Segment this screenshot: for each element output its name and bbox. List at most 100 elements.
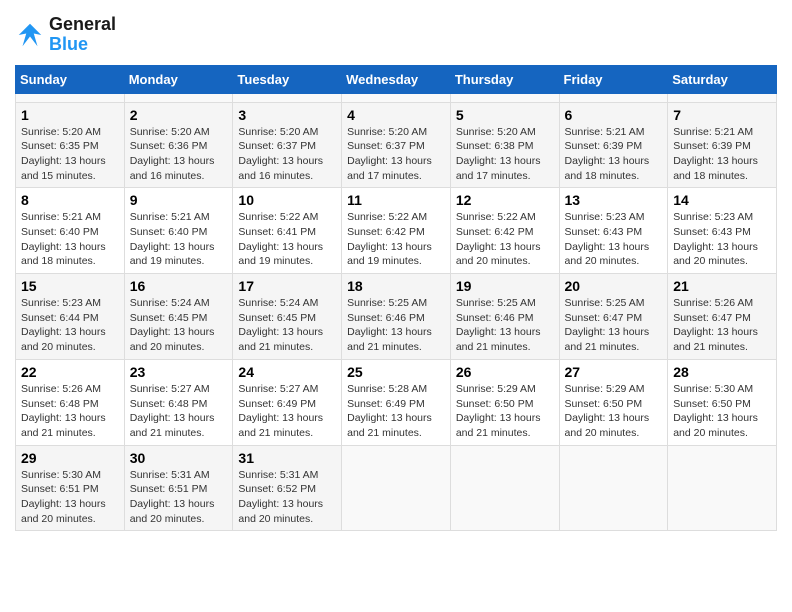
calendar-table: SundayMondayTuesdayWednesdayThursdayFrid…: [15, 65, 777, 532]
day-info: Sunrise: 5:22 AM Sunset: 6:42 PM Dayligh…: [456, 210, 554, 269]
day-info: Sunrise: 5:26 AM Sunset: 6:47 PM Dayligh…: [673, 296, 771, 355]
calendar-cell: 29 Sunrise: 5:30 AM Sunset: 6:51 PM Dayli…: [16, 445, 125, 531]
day-number: 24: [238, 364, 336, 380]
header-day-saturday: Saturday: [668, 65, 777, 93]
calendar-body: 1 Sunrise: 5:20 AM Sunset: 6:35 PM Daylig…: [16, 93, 777, 531]
day-number: 20: [565, 278, 663, 294]
calendar-week-1: [16, 93, 777, 102]
calendar-cell: 9 Sunrise: 5:21 AM Sunset: 6:40 PM Daylig…: [124, 188, 233, 274]
header-day-friday: Friday: [559, 65, 668, 93]
day-number: 1: [21, 107, 119, 123]
day-number: 4: [347, 107, 445, 123]
day-info: Sunrise: 5:30 AM Sunset: 6:51 PM Dayligh…: [21, 468, 119, 527]
calendar-cell: 3 Sunrise: 5:20 AM Sunset: 6:37 PM Daylig…: [233, 102, 342, 188]
day-info: Sunrise: 5:20 AM Sunset: 6:37 PM Dayligh…: [347, 125, 445, 184]
calendar-cell: 14Sunrise: 5:23 AM Sunset: 6:43 PM Dayli…: [668, 188, 777, 274]
header-day-tuesday: Tuesday: [233, 65, 342, 93]
calendar-cell: 16 Sunrise: 5:24 AM Sunset: 6:45 PM Dayli…: [124, 274, 233, 360]
calendar-cell: [342, 93, 451, 102]
day-info: Sunrise: 5:27 AM Sunset: 6:49 PM Dayligh…: [238, 382, 336, 441]
day-number: 18: [347, 278, 445, 294]
calendar-cell: 10 Sunrise: 5:22 AM Sunset: 6:41 PM Dayli…: [233, 188, 342, 274]
day-info: Sunrise: 5:25 AM Sunset: 6:46 PM Dayligh…: [456, 296, 554, 355]
day-info: Sunrise: 5:30 AM Sunset: 6:50 PM Dayligh…: [673, 382, 771, 441]
day-number: 29: [21, 450, 119, 466]
day-info: Sunrise: 5:21 AM Sunset: 6:40 PM Dayligh…: [130, 210, 228, 269]
day-number: 11: [347, 192, 445, 208]
day-number: 3: [238, 107, 336, 123]
day-number: 30: [130, 450, 228, 466]
day-info: Sunrise: 5:20 AM Sunset: 6:38 PM Dayligh…: [456, 125, 554, 184]
day-info: Sunrise: 5:21 AM Sunset: 6:39 PM Dayligh…: [673, 125, 771, 184]
day-number: 10: [238, 192, 336, 208]
calendar-cell: 11Sunrise: 5:22 AM Sunset: 6:42 PM Dayli…: [342, 188, 451, 274]
day-info: Sunrise: 5:24 AM Sunset: 6:45 PM Dayligh…: [130, 296, 228, 355]
day-info: Sunrise: 5:20 AM Sunset: 6:36 PM Dayligh…: [130, 125, 228, 184]
calendar-week-5: 22 Sunrise: 5:26 AM Sunset: 6:48 PM Dayli…: [16, 359, 777, 445]
calendar-cell: 25 Sunrise: 5:28 AM Sunset: 6:49 PM Dayli…: [342, 359, 451, 445]
day-info: Sunrise: 5:21 AM Sunset: 6:40 PM Dayligh…: [21, 210, 119, 269]
calendar-cell: 5Sunrise: 5:20 AM Sunset: 6:38 PM Daylig…: [450, 102, 559, 188]
day-info: Sunrise: 5:25 AM Sunset: 6:47 PM Dayligh…: [565, 296, 663, 355]
calendar-cell: 17Sunrise: 5:24 AM Sunset: 6:45 PM Dayli…: [233, 274, 342, 360]
calendar-cell: 4 Sunrise: 5:20 AM Sunset: 6:37 PM Daylig…: [342, 102, 451, 188]
calendar-cell: 27Sunrise: 5:29 AM Sunset: 6:50 PM Dayli…: [559, 359, 668, 445]
header-day-sunday: Sunday: [16, 65, 125, 93]
calendar-header-row: SundayMondayTuesdayWednesdayThursdayFrid…: [16, 65, 777, 93]
day-number: 17: [238, 278, 336, 294]
day-info: Sunrise: 5:29 AM Sunset: 6:50 PM Dayligh…: [565, 382, 663, 441]
calendar-cell: 8 Sunrise: 5:21 AM Sunset: 6:40 PM Daylig…: [16, 188, 125, 274]
page-header: General Blue: [15, 15, 777, 55]
day-info: Sunrise: 5:29 AM Sunset: 6:50 PM Dayligh…: [456, 382, 554, 441]
calendar-cell: [450, 93, 559, 102]
day-info: Sunrise: 5:20 AM Sunset: 6:37 PM Dayligh…: [238, 125, 336, 184]
day-number: 2: [130, 107, 228, 123]
day-info: Sunrise: 5:28 AM Sunset: 6:49 PM Dayligh…: [347, 382, 445, 441]
calendar-cell: [16, 93, 125, 102]
day-number: 31: [238, 450, 336, 466]
day-number: 15: [21, 278, 119, 294]
day-number: 22: [21, 364, 119, 380]
day-number: 13: [565, 192, 663, 208]
header-day-monday: Monday: [124, 65, 233, 93]
calendar-cell: [233, 93, 342, 102]
calendar-cell: 28 Sunrise: 5:30 AM Sunset: 6:50 PM Dayli…: [668, 359, 777, 445]
logo-icon: [15, 20, 45, 50]
day-info: Sunrise: 5:26 AM Sunset: 6:48 PM Dayligh…: [21, 382, 119, 441]
calendar-cell: 6 Sunrise: 5:21 AM Sunset: 6:39 PM Daylig…: [559, 102, 668, 188]
calendar-cell: 7Sunrise: 5:21 AM Sunset: 6:39 PM Daylig…: [668, 102, 777, 188]
calendar-cell: 23 Sunrise: 5:27 AM Sunset: 6:48 PM Dayli…: [124, 359, 233, 445]
calendar-cell: 30 Sunrise: 5:31 AM Sunset: 6:51 PM Dayli…: [124, 445, 233, 531]
day-number: 16: [130, 278, 228, 294]
calendar-cell: 22 Sunrise: 5:26 AM Sunset: 6:48 PM Dayli…: [16, 359, 125, 445]
calendar-cell: [450, 445, 559, 531]
day-info: Sunrise: 5:31 AM Sunset: 6:51 PM Dayligh…: [130, 468, 228, 527]
day-info: Sunrise: 5:20 AM Sunset: 6:35 PM Dayligh…: [21, 125, 119, 184]
day-info: Sunrise: 5:22 AM Sunset: 6:41 PM Dayligh…: [238, 210, 336, 269]
day-info: Sunrise: 5:21 AM Sunset: 6:39 PM Dayligh…: [565, 125, 663, 184]
calendar-cell: 12 Sunrise: 5:22 AM Sunset: 6:42 PM Dayli…: [450, 188, 559, 274]
calendar-cell: [124, 93, 233, 102]
calendar-week-6: 29 Sunrise: 5:30 AM Sunset: 6:51 PM Dayli…: [16, 445, 777, 531]
calendar-cell: 19 Sunrise: 5:25 AM Sunset: 6:46 PM Dayli…: [450, 274, 559, 360]
day-number: 19: [456, 278, 554, 294]
calendar-cell: [342, 445, 451, 531]
day-number: 6: [565, 107, 663, 123]
day-number: 9: [130, 192, 228, 208]
day-number: 12: [456, 192, 554, 208]
header-day-thursday: Thursday: [450, 65, 559, 93]
day-info: Sunrise: 5:23 AM Sunset: 6:43 PM Dayligh…: [673, 210, 771, 269]
calendar-cell: 20 Sunrise: 5:25 AM Sunset: 6:47 PM Dayli…: [559, 274, 668, 360]
day-number: 25: [347, 364, 445, 380]
calendar-week-3: 8 Sunrise: 5:21 AM Sunset: 6:40 PM Daylig…: [16, 188, 777, 274]
logo-text: General Blue: [49, 15, 116, 55]
day-number: 28: [673, 364, 771, 380]
day-number: 23: [130, 364, 228, 380]
calendar-cell: [559, 93, 668, 102]
day-info: Sunrise: 5:23 AM Sunset: 6:44 PM Dayligh…: [21, 296, 119, 355]
day-number: 8: [21, 192, 119, 208]
day-info: Sunrise: 5:27 AM Sunset: 6:48 PM Dayligh…: [130, 382, 228, 441]
calendar-cell: 2 Sunrise: 5:20 AM Sunset: 6:36 PM Daylig…: [124, 102, 233, 188]
calendar-cell: [668, 445, 777, 531]
calendar-cell: 13Sunrise: 5:23 AM Sunset: 6:43 PM Dayli…: [559, 188, 668, 274]
